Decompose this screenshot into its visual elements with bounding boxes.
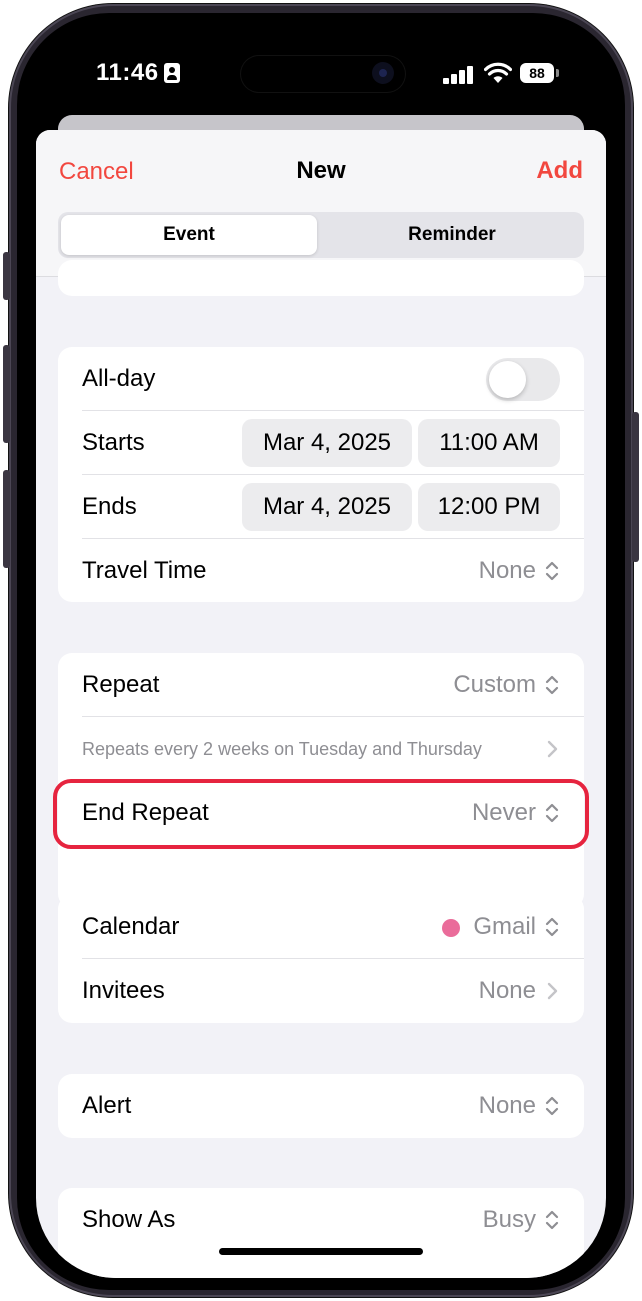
invitees-value: None bbox=[478, 977, 536, 1004]
new-event-sheet: Cancel New Add Event Reminder All-day St… bbox=[36, 130, 606, 1278]
showas-row[interactable]: Show As Busy bbox=[58, 1188, 584, 1252]
toggle-knob bbox=[489, 361, 526, 398]
repeat-value: Custom bbox=[453, 671, 536, 698]
chevron-right-icon bbox=[547, 740, 558, 758]
alert-card: Alert None bbox=[58, 1074, 584, 1138]
up-down-chevron-icon bbox=[545, 675, 559, 695]
calendar-value: Gmail bbox=[473, 913, 536, 940]
invitees-row[interactable]: Invitees None bbox=[58, 959, 584, 1023]
status-time: 11:46 bbox=[96, 59, 159, 86]
datetime-card: All-day Starts Mar 4, 2025 11:00 AM Ends… bbox=[58, 347, 584, 602]
repeat-description: Repeats every 2 weeks on Tuesday and Thu… bbox=[82, 739, 482, 759]
screen: 11:46 88 Cancel New Add Event Reminder A… bbox=[36, 22, 606, 1278]
starts-label: Starts bbox=[82, 429, 145, 456]
showas-value: Busy bbox=[482, 1206, 536, 1233]
allday-row: All-day bbox=[58, 347, 584, 411]
repeat-row[interactable]: Repeat Custom bbox=[58, 653, 584, 717]
segment-reminder[interactable]: Reminder bbox=[324, 215, 580, 255]
focus-person-icon bbox=[164, 63, 180, 83]
end-repeat-highlight bbox=[53, 779, 589, 849]
volume-up-button bbox=[3, 345, 10, 443]
wifi-icon bbox=[484, 62, 512, 83]
allday-toggle[interactable] bbox=[486, 358, 560, 401]
ends-label: Ends bbox=[82, 493, 137, 520]
sheet-header: Cancel New Add Event Reminder bbox=[36, 130, 606, 277]
chevron-right-icon bbox=[547, 982, 558, 1000]
ends-date-button[interactable]: Mar 4, 2025 bbox=[242, 483, 412, 531]
alert-label: Alert bbox=[82, 1092, 132, 1119]
power-button bbox=[632, 412, 639, 562]
travel-time-value: None bbox=[478, 557, 536, 584]
up-down-chevron-icon bbox=[545, 1210, 559, 1230]
add-button[interactable]: Add bbox=[536, 157, 583, 185]
up-down-chevron-icon bbox=[545, 1096, 559, 1116]
travel-time-row[interactable]: Travel Time None bbox=[58, 539, 584, 602]
starts-row: Starts Mar 4, 2025 11:00 AM bbox=[58, 411, 584, 475]
starts-time-button[interactable]: 11:00 AM bbox=[418, 419, 560, 467]
repeat-label: Repeat bbox=[82, 671, 160, 698]
travel-time-label: Travel Time bbox=[82, 557, 207, 584]
camera-icon bbox=[372, 62, 394, 84]
cellular-signal-icon bbox=[443, 66, 475, 84]
starts-date-button[interactable]: Mar 4, 2025 bbox=[242, 419, 412, 467]
segment-event[interactable]: Event bbox=[61, 215, 317, 255]
calendar-color-dot bbox=[442, 919, 460, 937]
home-indicator[interactable] bbox=[219, 1248, 423, 1255]
repeat-description-row[interactable]: Repeats every 2 weeks on Tuesday and Thu… bbox=[58, 717, 584, 781]
status-bar: 11:46 88 bbox=[36, 22, 606, 122]
calendar-label: Calendar bbox=[82, 913, 180, 940]
showas-card: Show As Busy bbox=[58, 1188, 584, 1278]
battery-tip bbox=[556, 69, 559, 77]
action-button bbox=[3, 252, 10, 300]
up-down-chevron-icon bbox=[545, 917, 559, 937]
calendar-card: Calendar Gmail Invitees None bbox=[58, 895, 584, 1023]
allday-label: All-day bbox=[82, 365, 156, 392]
event-type-segmented-control: Event Reminder bbox=[58, 212, 584, 258]
volume-down-button bbox=[3, 470, 10, 568]
sheet-title: New bbox=[296, 157, 346, 184]
battery-icon: 88 bbox=[520, 63, 554, 83]
title-location-card bbox=[58, 260, 584, 296]
up-down-chevron-icon bbox=[545, 561, 559, 581]
ends-row: Ends Mar 4, 2025 12:00 PM bbox=[58, 475, 584, 539]
calendar-row[interactable]: Calendar Gmail bbox=[58, 895, 584, 959]
showas-label: Show As bbox=[82, 1206, 176, 1233]
ends-time-button[interactable]: 12:00 PM bbox=[418, 483, 560, 531]
alert-row[interactable]: Alert None bbox=[58, 1074, 584, 1138]
invitees-label: Invitees bbox=[82, 977, 165, 1004]
alert-value: None bbox=[478, 1092, 536, 1119]
